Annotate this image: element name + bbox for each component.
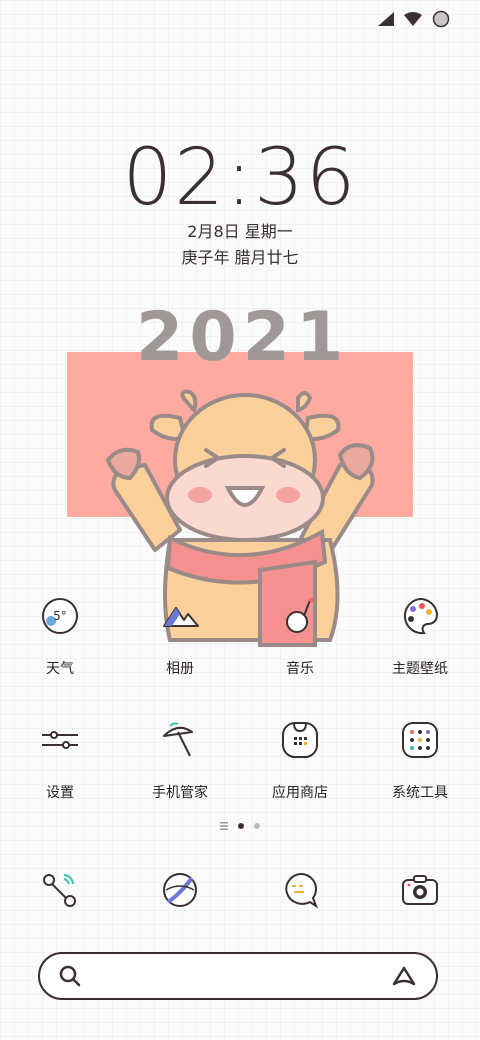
page-dot-active bbox=[238, 823, 244, 829]
app-gallery[interactable]: 相册 bbox=[120, 594, 240, 678]
page-dot bbox=[254, 823, 260, 829]
app-label: 系统工具 bbox=[392, 785, 448, 801]
search-bar[interactable] bbox=[38, 952, 438, 1000]
app-label: 主题壁纸 bbox=[392, 661, 448, 677]
app-settings[interactable]: 设置 bbox=[0, 718, 120, 802]
app-grid-row-2: 设置 手机管家 应用商店 系统工具 bbox=[0, 718, 480, 802]
app-store-icon bbox=[278, 718, 322, 762]
palette-icon bbox=[398, 594, 442, 638]
app-weather[interactable]: 5° 天气 bbox=[0, 594, 120, 678]
app-themes[interactable]: 主题壁纸 bbox=[360, 594, 480, 678]
weather-icon: 5° bbox=[38, 594, 82, 638]
wallpaper-year: 2021 bbox=[136, 298, 350, 377]
search-icon bbox=[59, 965, 81, 987]
tools-icon bbox=[398, 718, 442, 762]
wifi-icon bbox=[404, 12, 422, 26]
clock[interactable]: 02:36 bbox=[0, 138, 480, 218]
app-music[interactable]: 音乐 bbox=[240, 594, 360, 678]
app-system-tools[interactable]: 系统工具 bbox=[360, 718, 480, 802]
app-grid-row-1: 5° 天气 相册 音乐 主题壁纸 bbox=[0, 594, 480, 678]
browser-icon[interactable] bbox=[158, 868, 202, 912]
app-label: 应用商店 bbox=[272, 785, 328, 801]
status-bar bbox=[378, 10, 450, 28]
page-list-icon bbox=[220, 822, 228, 830]
umbrella-icon bbox=[158, 718, 202, 762]
phone-icon[interactable] bbox=[38, 868, 82, 912]
app-label: 设置 bbox=[46, 785, 74, 801]
camera-icon[interactable] bbox=[398, 868, 442, 912]
lunar-date: 庚子年 腊月廿七 bbox=[181, 248, 299, 267]
app-label: 天气 bbox=[46, 661, 74, 677]
settings-sliders-icon bbox=[38, 718, 82, 762]
page-indicator[interactable] bbox=[0, 822, 480, 830]
signal-icon bbox=[378, 12, 394, 26]
date: 2月8日 星期一 bbox=[187, 222, 293, 241]
weather-temp: 5° bbox=[53, 609, 67, 623]
battery-icon bbox=[432, 10, 450, 28]
gallery-icon bbox=[158, 594, 202, 638]
app-label: 手机管家 bbox=[152, 785, 208, 801]
music-icon bbox=[278, 594, 322, 638]
dock bbox=[0, 868, 480, 912]
assistant-icon[interactable] bbox=[390, 964, 418, 988]
app-label: 相册 bbox=[166, 661, 194, 677]
app-label: 音乐 bbox=[286, 661, 314, 677]
app-phone-manager[interactable]: 手机管家 bbox=[120, 718, 240, 802]
messages-icon[interactable] bbox=[278, 868, 322, 912]
app-store[interactable]: 应用商店 bbox=[240, 718, 360, 802]
